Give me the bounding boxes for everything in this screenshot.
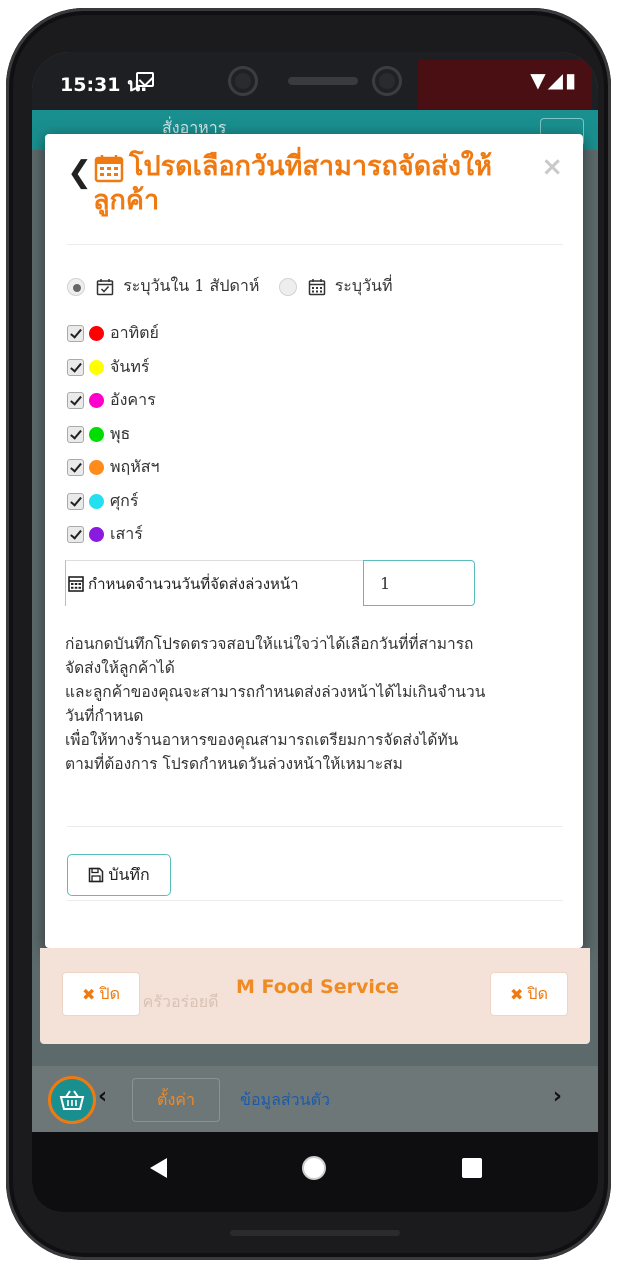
color-dot xyxy=(89,393,104,409)
save-button-label: บันทึก xyxy=(108,864,150,884)
advance-days-label-text: กำหนดจำนวนวันที่จัดส่งล่วงหน้า xyxy=(88,574,299,593)
calendar-check-icon xyxy=(96,278,114,295)
recents-square-icon[interactable] xyxy=(462,1158,482,1178)
color-dot xyxy=(89,326,104,342)
calculator-icon xyxy=(68,575,84,592)
day-label: จันทร์ xyxy=(110,356,150,376)
close-label: ปิด xyxy=(527,983,548,1003)
save-button[interactable]: บันทึก xyxy=(67,854,171,896)
status-time: 15:31 น. xyxy=(60,74,148,96)
checkbox-sunday[interactable] xyxy=(67,325,84,343)
divider xyxy=(67,244,563,245)
basket-button[interactable] xyxy=(48,1076,96,1124)
day-item-friday[interactable]: ศุกร์ xyxy=(67,485,160,519)
day-label: พฤหัสฯ xyxy=(110,457,160,477)
advance-days-group: กำหนดจำนวนวันที่จัดส่งล่วงหน้า xyxy=(65,560,475,606)
home-circle-icon[interactable] xyxy=(302,1156,326,1180)
android-nav-bar xyxy=(32,1132,598,1212)
calendar-icon xyxy=(94,155,124,183)
close-button-right[interactable]: ✖ ปิด xyxy=(490,972,568,1016)
basket-icon xyxy=(59,1090,85,1110)
restaurant-name: M Food Service xyxy=(236,976,400,998)
gmail-icon xyxy=(136,72,154,87)
close-button-left[interactable]: ✖ ปิด xyxy=(62,972,140,1016)
day-label: อาทิตย์ xyxy=(110,323,159,343)
checkbox-tuesday[interactable] xyxy=(67,392,84,410)
tab-settings[interactable]: ตั้งค่า xyxy=(132,1078,220,1122)
chevron-left-icon[interactable]: ❮ xyxy=(67,158,92,188)
notice-line: วันที่กำหนด xyxy=(65,707,144,725)
advance-days-label: กำหนดจำนวนวันที่จัดส่งล่วงหน้า xyxy=(65,560,363,606)
phone-frame: 15:31 น. ▼◢▮ สั่งอาหาร ❮ โปรดเลือกวันที่… xyxy=(6,8,611,1260)
radio-specific-date-label: ระบุวันที่ xyxy=(334,276,393,295)
back-triangle-icon[interactable] xyxy=(150,1158,167,1178)
restaurant-panel: สั่ง ครัวอร่อยดี M Food Service ✖ ปิด ✖ … xyxy=(40,948,590,1044)
front-camera-icon xyxy=(228,66,258,96)
signal-battery-icons: ▼◢▮ xyxy=(530,68,578,92)
status-bar: 15:31 น. ▼◢▮ xyxy=(32,52,598,110)
bottom-tab-bar: ‹ ตั้งค่า ข้อมูลส่วนตัว › xyxy=(32,1066,598,1132)
notice-line: เพื่อให้ทางร้านอาหารของคุณสามารถเตรียมกา… xyxy=(65,731,459,749)
checkbox-friday[interactable] xyxy=(67,492,84,510)
day-item-saturday[interactable]: เสาร์ xyxy=(67,518,160,552)
day-label: เสาร์ xyxy=(110,524,143,544)
floppy-disk-icon xyxy=(89,867,104,883)
checkbox-wednesday[interactable] xyxy=(67,425,84,443)
day-item-sunday[interactable]: อาทิตย์ xyxy=(67,317,160,351)
close-label: ปิด xyxy=(99,983,120,1003)
day-item-monday[interactable]: จันทร์ xyxy=(67,351,160,385)
day-item-wednesday[interactable]: พุธ xyxy=(67,418,160,452)
front-sensor-icon xyxy=(372,66,402,96)
checkbox-monday[interactable] xyxy=(67,358,84,376)
radio-weekly[interactable] xyxy=(67,277,85,296)
tab-profile[interactable]: ข้อมูลส่วนตัว xyxy=(240,1088,330,1113)
checkbox-saturday[interactable] xyxy=(67,526,84,544)
tab-settings-label: ตั้งค่า xyxy=(157,1089,195,1109)
speaker-grille xyxy=(288,77,358,85)
color-dot xyxy=(89,493,104,509)
notice-text: ก่อนกดบันทึกโปรดตรวจสอบให้แน่ใจว่าได้เลื… xyxy=(65,632,565,776)
modal-title: โปรดเลือกวันที่สามารถจัดส่งให้ลูกค้า xyxy=(93,151,492,216)
color-dot xyxy=(89,359,104,375)
divider xyxy=(67,900,563,901)
close-icon[interactable]: × xyxy=(541,152,563,182)
notice-line: จัดส่งให้ลูกค้าได้ xyxy=(65,659,175,677)
chevron-right-icon[interactable]: › xyxy=(553,1084,562,1109)
notice-line: ก่อนกดบันทึกโปรดตรวจสอบให้แน่ใจว่าได้เลื… xyxy=(65,635,474,653)
checkbox-thursday[interactable] xyxy=(67,459,84,477)
day-checkbox-list: อาทิตย์ จันทร์ อังคาร พุธ พฤหัสฯ ศุกร์ เ… xyxy=(67,317,160,552)
day-item-thursday[interactable]: พฤหัสฯ xyxy=(67,451,160,485)
day-label: ศุกร์ xyxy=(110,490,139,510)
color-dot xyxy=(89,527,104,543)
chevron-left-icon[interactable]: ‹ xyxy=(98,1084,107,1109)
mode-radio-group: ระบุวันใน 1 สัปดาห์ ระบุวันที่ xyxy=(67,274,407,304)
screen: 15:31 น. ▼◢▮ สั่งอาหาร ❮ โปรดเลือกวันที่… xyxy=(32,52,598,1212)
calendar-icon xyxy=(308,278,325,295)
notice-line: ตามที่ต้องการ โปรดกำหนดวันล่วงหน้าให้เหม… xyxy=(65,755,403,773)
color-dot xyxy=(89,426,104,442)
delivery-days-modal: ❮ โปรดเลือกวันที่สามารถจัดส่งให้ลูกค้า × xyxy=(45,134,583,948)
close-icon: ✖ xyxy=(82,984,96,1004)
divider xyxy=(67,826,563,827)
radio-specific-date[interactable] xyxy=(278,277,297,296)
day-item-tuesday[interactable]: อังคาร xyxy=(67,384,160,418)
bottom-speaker-grille xyxy=(230,1230,400,1236)
advance-days-input[interactable] xyxy=(363,560,475,606)
day-label: พุธ xyxy=(110,423,131,443)
color-dot xyxy=(89,460,104,476)
day-label: อังคาร xyxy=(110,390,156,410)
radio-weekly-label: ระบุวันใน 1 สัปดาห์ xyxy=(123,276,260,295)
close-icon: ✖ xyxy=(510,984,524,1004)
notice-line: และลูกค้าของคุณจะสามารถกำหนดส่งล่วงหน้าไ… xyxy=(65,683,486,701)
